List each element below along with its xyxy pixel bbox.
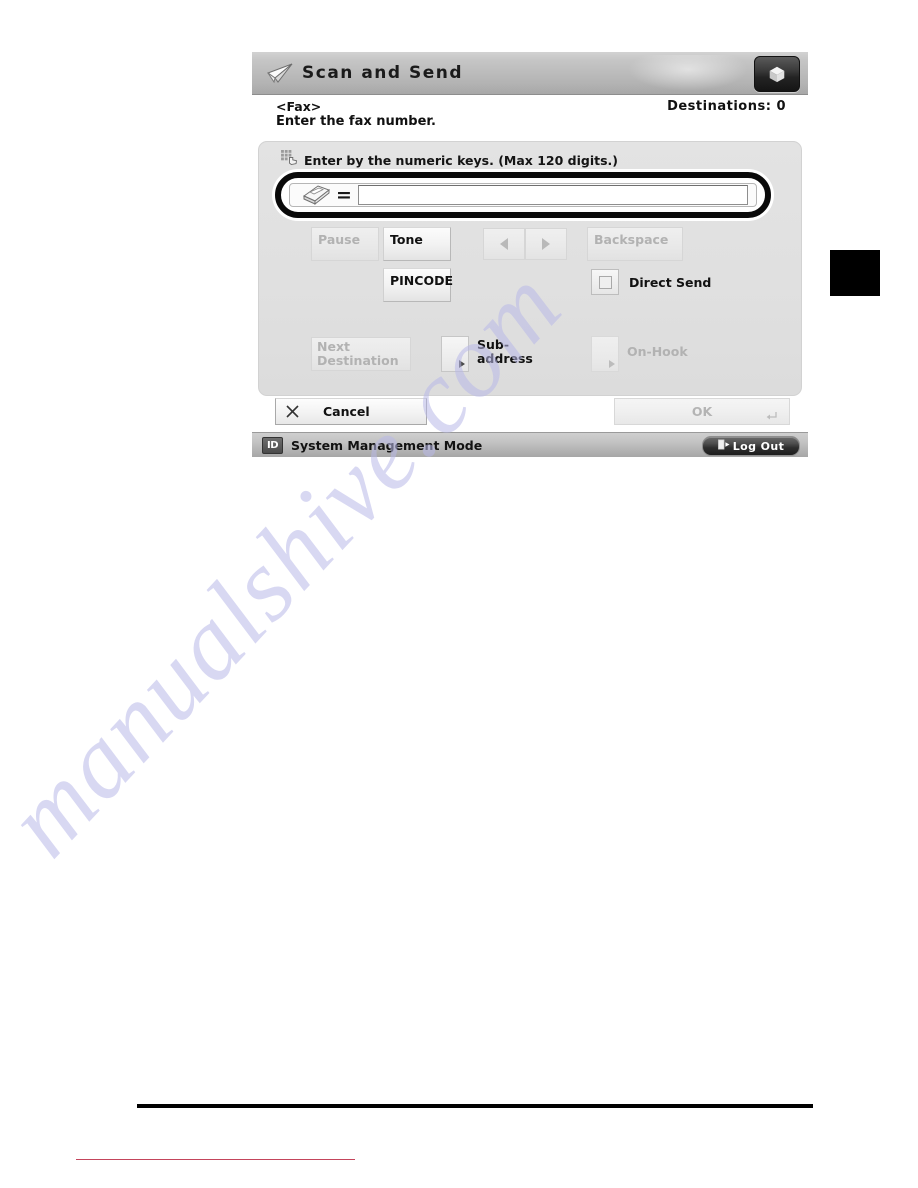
screen-titlebar: Scan and Send bbox=[252, 52, 808, 95]
logout-label: Log Out bbox=[732, 439, 785, 453]
ok-button[interactable]: OK bbox=[614, 398, 790, 425]
footer-red-rule bbox=[76, 1159, 355, 1160]
next-destination-button[interactable]: Next Destination bbox=[317, 340, 399, 368]
expand-arrow-icon bbox=[459, 360, 465, 368]
fax-entry-panel: Enter by the numeric keys. (Max 120 digi… bbox=[258, 141, 802, 396]
paper-plane-icon bbox=[266, 61, 294, 85]
page-title: Scan and Send bbox=[302, 63, 464, 83]
cube-icon bbox=[769, 66, 785, 83]
arrow-right-icon bbox=[542, 238, 550, 250]
device-screen: Scan and Send <Fax> Enter the fax number… bbox=[252, 52, 808, 472]
next-destination-line2: Destination bbox=[317, 353, 399, 368]
prompt-text: Enter the fax number. bbox=[276, 114, 436, 129]
direct-send-checkbox[interactable] bbox=[591, 269, 619, 295]
sub-address-button[interactable] bbox=[441, 336, 469, 372]
screen-subheader: <Fax> Enter the fax number. Destinations… bbox=[252, 95, 808, 141]
hint-row: Enter by the numeric keys. (Max 120 digi… bbox=[281, 150, 618, 170]
cube-icon-button[interactable] bbox=[754, 56, 800, 92]
return-arrow-icon bbox=[766, 408, 777, 420]
tone-button[interactable]: Tone bbox=[383, 227, 451, 261]
status-mode-text: System Management Mode bbox=[291, 437, 483, 453]
ok-label: OK bbox=[691, 404, 713, 419]
sub-address-line1: Sub- bbox=[477, 337, 510, 352]
destinations-count: Destinations: 0 bbox=[667, 99, 786, 114]
expand-arrow-icon bbox=[609, 360, 615, 368]
id-badge-icon: ID bbox=[262, 436, 283, 454]
checkbox-inner bbox=[598, 275, 612, 289]
cancel-button[interactable]: Cancel bbox=[275, 398, 427, 425]
pincode-button[interactable]: PINCODE bbox=[383, 268, 453, 302]
footer-rule bbox=[137, 1104, 813, 1108]
logout-button[interactable]: Log Out bbox=[702, 436, 800, 456]
sub-address-label: Sub- address bbox=[477, 338, 533, 366]
on-hook-button[interactable] bbox=[591, 336, 619, 372]
fax-number-entry-highlight: = bbox=[275, 172, 771, 218]
action-bar: Cancel OK bbox=[258, 396, 802, 432]
on-hook-label: On-Hook bbox=[627, 344, 688, 359]
numeric-keypad-hand-icon bbox=[281, 150, 298, 170]
logout-door-icon bbox=[717, 437, 730, 455]
backspace-button[interactable]: Backspace bbox=[587, 227, 683, 261]
status-bar: ID System Management Mode Log Out bbox=[252, 432, 808, 457]
cursor-right-button[interactable] bbox=[525, 228, 567, 260]
arrow-left-icon bbox=[500, 238, 508, 250]
fax-number-input[interactable] bbox=[357, 185, 748, 205]
sub-address-line2: address bbox=[477, 351, 533, 366]
pause-button[interactable]: Pause bbox=[311, 227, 379, 261]
equals-sign: = bbox=[336, 184, 352, 206]
cancel-label: Cancel bbox=[323, 404, 370, 419]
fax-machine-icon bbox=[298, 183, 332, 207]
page-edge-tab-marker bbox=[830, 250, 880, 296]
fax-number-entry[interactable]: = bbox=[289, 183, 757, 207]
close-x-icon bbox=[286, 405, 299, 418]
next-destination-line1: Next bbox=[317, 339, 350, 354]
direct-send-label: Direct Send bbox=[629, 275, 712, 290]
hint-text: Enter by the numeric keys. (Max 120 digi… bbox=[304, 152, 619, 168]
cursor-left-button[interactable] bbox=[483, 228, 525, 260]
